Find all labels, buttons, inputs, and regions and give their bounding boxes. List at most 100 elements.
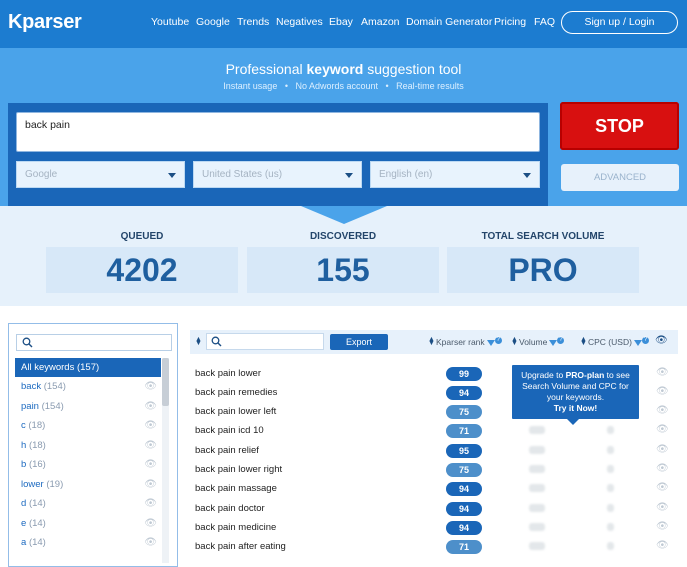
keyword-cell: back pain relief (195, 445, 259, 456)
logo[interactable]: Kparser (8, 11, 82, 34)
filter-item[interactable]: c (18) 👁 (15, 416, 161, 435)
eye-icon[interactable]: 👁 (656, 405, 669, 416)
upgrade-tooltip[interactable]: Upgrade to PRO-plan to see Search Volume… (512, 365, 639, 419)
table-row: back pain medicine 94 👁 (190, 519, 678, 538)
filter-scrollbar-thumb[interactable] (162, 358, 169, 406)
eye-icon[interactable]: 👁 (656, 424, 669, 435)
queued-value: 4202 (46, 247, 238, 293)
eye-icon[interactable]: 👁 (144, 377, 157, 396)
hero-title-pre: Professional (225, 61, 307, 77)
filter-funnel-icon[interactable] (486, 339, 495, 346)
rank-badge: 95 (446, 444, 482, 458)
nav-trends[interactable]: Trends (237, 16, 269, 28)
volume-blurred (529, 465, 545, 473)
filter-scrollbar[interactable] (162, 358, 169, 563)
filter-item-label: b (21, 459, 27, 470)
volume-blurred (529, 426, 545, 434)
queued-label: QUEUED (120, 231, 164, 242)
language-select-value: English (en) (379, 169, 433, 180)
keyword-cell: back pain lower right (195, 464, 283, 475)
cpc-blurred (607, 426, 614, 434)
eye-icon[interactable]: 👁 (144, 514, 157, 533)
keyword-cell: back pain massage (195, 483, 277, 494)
filter-funnel-icon[interactable] (549, 339, 558, 346)
filter-item-label: e (21, 518, 27, 529)
table-row: back pain after eating 71 👁 (190, 538, 678, 557)
eye-icon[interactable]: 👁 (656, 444, 669, 455)
eye-icon[interactable]: 👁 (655, 335, 668, 346)
stop-button[interactable]: STOP (560, 102, 679, 150)
filter-item[interactable]: h (18) 👁 (15, 436, 161, 455)
table-row: back pain doctor 94 👁 (190, 500, 678, 519)
filter-item-all[interactable]: All keywords (157) (15, 358, 161, 377)
nav-pricing[interactable]: Pricing (494, 16, 526, 28)
filter-funnel-icon[interactable] (633, 339, 642, 346)
advanced-button[interactable]: ADVANCED (561, 164, 679, 191)
help-icon[interactable]: ? (641, 337, 649, 344)
upgrade-cta[interactable]: Try it Now! (512, 403, 639, 414)
nav-amazon[interactable]: Amazon (361, 16, 400, 28)
top-navbar: Kparser Youtube Google Trends Negatives … (0, 0, 687, 48)
column-header-volume-label: Volume (519, 337, 548, 347)
eye-icon[interactable]: 👁 (144, 436, 157, 455)
eye-icon[interactable]: 👁 (656, 463, 669, 474)
filter-item[interactable]: pain (154) 👁 (15, 397, 161, 416)
keyword-cell: back pain after eating (195, 541, 286, 552)
table-row: back pain relief 95 👁 (190, 442, 678, 461)
eye-icon[interactable]: 👁 (656, 386, 669, 397)
column-header-rank[interactable]: Kparser rank? (436, 337, 502, 347)
country-select[interactable]: United States (us) (193, 161, 362, 188)
column-header-cpc[interactable]: CPC (USD)? (588, 337, 649, 347)
sort-icon[interactable]: ▲ ▼ (195, 336, 202, 347)
source-select[interactable]: Google (16, 161, 185, 188)
hero-notch (301, 206, 387, 224)
help-icon[interactable]: ? (557, 337, 565, 344)
sort-icon[interactable]: ▲ ▼ (428, 336, 435, 347)
filter-item-label: h (21, 440, 27, 451)
keyword-textarea[interactable]: back pain (16, 112, 540, 152)
eye-icon[interactable]: 👁 (144, 455, 157, 474)
eye-icon[interactable]: 👁 (656, 521, 669, 532)
filter-item-label: pain (21, 401, 39, 412)
eye-icon[interactable]: 👁 (144, 533, 157, 552)
eye-icon[interactable]: 👁 (656, 367, 669, 378)
rank-badge: 99 (446, 367, 482, 381)
nav-faq[interactable]: FAQ (534, 16, 555, 28)
results-panel: ▲ ▼ Export ▲ ▼ Kparser rank? ▲ ▼ Volume? ▲ ▼… (190, 330, 678, 567)
results-search-input[interactable] (206, 333, 324, 350)
filter-item[interactable]: a (14) 👁 (15, 533, 161, 552)
signup-login-button[interactable]: Sign up / Login (561, 11, 678, 34)
filter-item[interactable]: lower (19) 👁 (15, 475, 161, 494)
eye-icon[interactable]: 👁 (656, 502, 669, 513)
eye-icon[interactable]: 👁 (144, 416, 157, 435)
nav-youtube[interactable]: Youtube (151, 16, 189, 28)
filter-search-input[interactable] (16, 334, 172, 351)
language-select[interactable]: English (en) (370, 161, 540, 188)
eye-icon[interactable]: 👁 (144, 475, 157, 494)
sort-icon[interactable]: ▲ ▼ (511, 336, 518, 347)
keyword-cell: back pain lower (195, 368, 262, 379)
eye-icon[interactable]: 👁 (144, 494, 157, 513)
filter-item[interactable]: back (154) 👁 (15, 377, 161, 396)
filter-item[interactable]: d (14) 👁 (15, 494, 161, 513)
nav-domain-generator[interactable]: Domain Generator (406, 16, 492, 28)
discovered-label: DISCOVERED (309, 231, 377, 242)
filter-item[interactable]: e (14) 👁 (15, 514, 161, 533)
nav-negatives[interactable]: Negatives (276, 16, 323, 28)
eye-icon[interactable]: 👁 (656, 540, 669, 551)
filter-item[interactable]: b (16) 👁 (15, 455, 161, 474)
country-select-value: United States (us) (202, 169, 283, 180)
nav-ebay[interactable]: Ebay (329, 16, 353, 28)
eye-icon[interactable]: 👁 (656, 482, 669, 493)
help-icon[interactable]: ? (494, 337, 502, 344)
sort-icon[interactable]: ▲ ▼ (580, 336, 587, 347)
export-button[interactable]: Export (330, 334, 388, 350)
volume-blurred (529, 504, 545, 512)
keyword-cell: back pain doctor (195, 503, 265, 514)
nav-google[interactable]: Google (196, 16, 230, 28)
column-header-volume[interactable]: Volume? (519, 337, 565, 347)
eye-icon[interactable]: 👁 (144, 397, 157, 416)
filter-item-count: (18) (28, 420, 46, 431)
filter-item-label: d (21, 498, 27, 509)
filter-item-count: (16) (28, 459, 46, 470)
